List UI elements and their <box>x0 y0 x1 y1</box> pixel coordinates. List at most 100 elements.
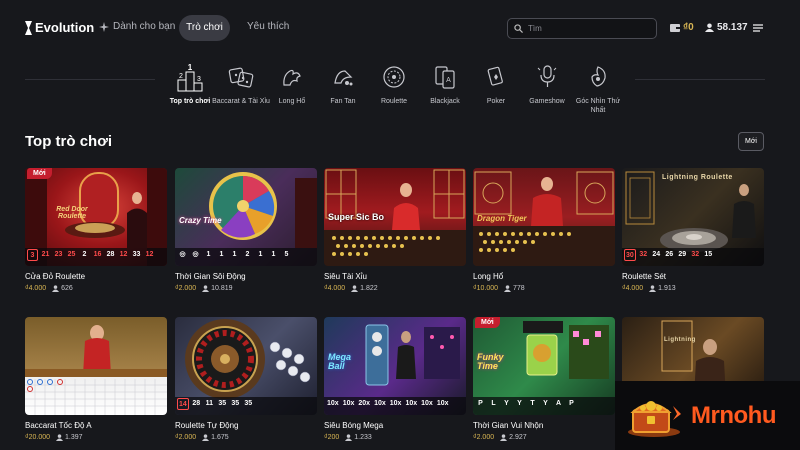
game-title[interactable]: Cửa Đỏ Roulette <box>25 272 167 282</box>
game-title[interactable]: Siêu Tài Xỉu <box>324 272 466 282</box>
sparkle-icon <box>99 21 109 32</box>
game-thumbnail[interactable]: Crazy Time ◎ ◎ 1 1 1 2 1 1 5 <box>175 168 317 266</box>
game-logo-text: Lightning <box>664 337 696 343</box>
user-icon <box>202 285 210 292</box>
search-icon <box>514 24 523 33</box>
evolution-logo[interactable]: Evolution <box>25 20 94 35</box>
result-chip: 28 <box>192 400 201 407</box>
result-chip: 35 <box>244 400 253 407</box>
result-chip: 28 <box>106 251 115 258</box>
result-chip: 35 <box>218 400 227 407</box>
game-thumbnail[interactable]: Super Sic Bo <box>324 168 466 266</box>
result-chip: 1 <box>206 251 211 258</box>
top-podium-icon: 1 2 3 <box>177 63 203 92</box>
result-chip: 10x <box>327 400 339 407</box>
recent-results: PLYYTYAP <box>473 398 577 411</box>
result-chip: 20x <box>358 400 371 407</box>
result-chip: 30 <box>624 249 636 261</box>
result-chip: 24 <box>652 251 661 258</box>
player-count-value: 626 <box>61 285 73 292</box>
game-card-lightning-roulette[interactable]: Lightning Roulette 30 32 24 26 29 32 15 Roulet… <box>622 168 764 292</box>
game-thumbnail[interactable]: Lightning Roulette 30 32 24 26 29 32 15 <box>622 168 764 266</box>
roulette-icon <box>383 66 405 88</box>
result-chip: Y <box>543 400 548 407</box>
player-count-value: 1.913 <box>658 285 676 292</box>
recent-results: 10x 10x 20x 10x 10x 10x 10x 10x <box>324 398 450 411</box>
game-meta: ₫4.000 1.822 <box>324 285 466 292</box>
game-card-mega-ball[interactable]: Mega Ball 10x 10x 20x 10x 10x 10x 10x 10x Siêu … <box>324 317 466 441</box>
min-bet: ₫20.000 <box>25 434 51 441</box>
player-count: 1.675 <box>202 434 229 441</box>
online-players-count: 58.137 <box>717 22 748 33</box>
result-chip: 10x <box>389 400 402 407</box>
player-count: 10.819 <box>202 285 233 292</box>
nav-games-tab[interactable]: Trò chơi <box>179 15 230 41</box>
result-chip: 2 <box>245 251 250 258</box>
result-chip: 33 <box>132 251 141 258</box>
category-bar: 1 2 3 Top trò chơi Baccarat & Tài Xỉu Lo… <box>160 62 630 122</box>
game-card-auto-roulette[interactable]: 14 28 11 35 35 35 Roulette Tự Động ₫2.000 1.6… <box>175 317 317 441</box>
game-title[interactable]: Roulette Tự Động <box>175 421 317 431</box>
player-count: 1.233 <box>345 434 372 441</box>
mrnohu-ad-banner[interactable]: Mrnohu <box>615 381 800 450</box>
game-logo-text: Super Sic Bo <box>328 212 385 222</box>
wallet-balance[interactable]: ₫0 <box>670 22 694 33</box>
player-count-value: 10.819 <box>211 285 233 292</box>
result-chip: 5 <box>284 251 289 258</box>
cards-icon: A <box>435 66 455 89</box>
game-thumbnail[interactable]: Dragon Tiger <box>473 168 615 266</box>
nav-for-you-label: Dành cho bạn <box>113 21 176 32</box>
result-chip: Y <box>504 400 509 407</box>
game-thumbnail[interactable]: 14 28 11 35 35 35 <box>175 317 317 415</box>
game-title[interactable]: Thời Gian Sôi Động <box>175 272 317 282</box>
result-chip: L <box>491 400 496 407</box>
result-chip: 21 <box>41 251 50 258</box>
game-thumbnail[interactable]: Mega Ball 10x 10x 20x 10x 10x 10x 10x 10x <box>324 317 466 415</box>
logo-text: Evolution <box>35 20 95 35</box>
game-card-super-sic-bo[interactable]: Super Sic Bo Siêu Tài Xỉu ₫4.000 1.822 <box>324 168 466 292</box>
game-thumbnail[interactable] <box>25 317 167 415</box>
game-thumbnail[interactable]: Funky Time PLYYTYAP Mới <box>473 317 615 415</box>
user-icon <box>649 285 657 292</box>
user-icon <box>52 285 60 292</box>
player-count: 1.822 <box>351 285 378 292</box>
category-first-person[interactable]: Góc Nhìn Thứ Nhất <box>568 62 628 116</box>
game-card-speed-baccarat-a[interactable]: Baccarat Tốc Độ A ₫20.000 1.397 <box>25 317 167 441</box>
player-count-value: 1.233 <box>354 434 372 441</box>
category-label: Góc Nhìn Thứ Nhất <box>575 98 621 115</box>
game-title[interactable]: Roulette Sét <box>622 272 764 282</box>
result-chip: 10x <box>421 400 433 407</box>
game-title[interactable]: Long Hổ <box>473 272 615 282</box>
result-chip: 10x <box>342 400 355 407</box>
player-count: 626 <box>52 285 73 292</box>
game-card-red-door-roulette[interactable]: Red Door Roulette 3 21 23 25 2 16 28 12 33 12 Mới… <box>25 168 167 292</box>
player-count-value: 1.822 <box>360 285 378 292</box>
nav-for-you[interactable]: Dành cho bạn <box>99 21 175 32</box>
result-chip: Y <box>517 400 522 407</box>
result-chip: 15 <box>704 251 713 258</box>
result-chip: 32 <box>691 251 700 258</box>
search-box[interactable] <box>507 18 657 39</box>
min-bet: ₫2.000 <box>473 434 495 441</box>
game-thumbnail[interactable]: Red Door Roulette 3 21 23 25 2 16 28 12 33 12 Mới <box>25 168 167 266</box>
game-title[interactable]: Thời Gian Vui Nhộn <box>473 421 615 431</box>
game-card-crazy-time[interactable]: Crazy Time ◎ ◎ 1 1 1 2 1 1 5 Thời Gian Sôi Động … <box>175 168 317 292</box>
game-title[interactable]: Baccarat Tốc Độ A <box>25 421 167 431</box>
dragon-tiger-icon <box>283 69 301 86</box>
result-chip: 1 <box>258 251 263 258</box>
hamburger-menu-icon[interactable] <box>752 22 764 34</box>
result-chip: 26 <box>665 251 674 258</box>
nav-favorites-tab[interactable]: Yêu thích <box>247 21 289 32</box>
result-chip: 1 <box>232 251 237 258</box>
evolution-logo-icon <box>25 20 32 35</box>
result-chip: 16 <box>93 251 102 258</box>
sort-new-button[interactable]: Mới <box>738 132 764 151</box>
divider-left <box>25 79 155 80</box>
search-input[interactable] <box>528 24 648 33</box>
game-card-dragon-tiger[interactable]: Dragon Tiger Long Hổ ₫10.000 778 <box>473 168 615 292</box>
game-card-funky-time[interactable]: Funky Time PLYYTYAP Mới Thời Gian Vui Nh… <box>473 317 615 441</box>
player-count-value: 1.397 <box>65 434 83 441</box>
player-count-value: 2.927 <box>509 434 527 441</box>
new-badge: Mới <box>27 168 52 179</box>
game-title[interactable]: Siêu Bóng Mega <box>324 421 466 431</box>
